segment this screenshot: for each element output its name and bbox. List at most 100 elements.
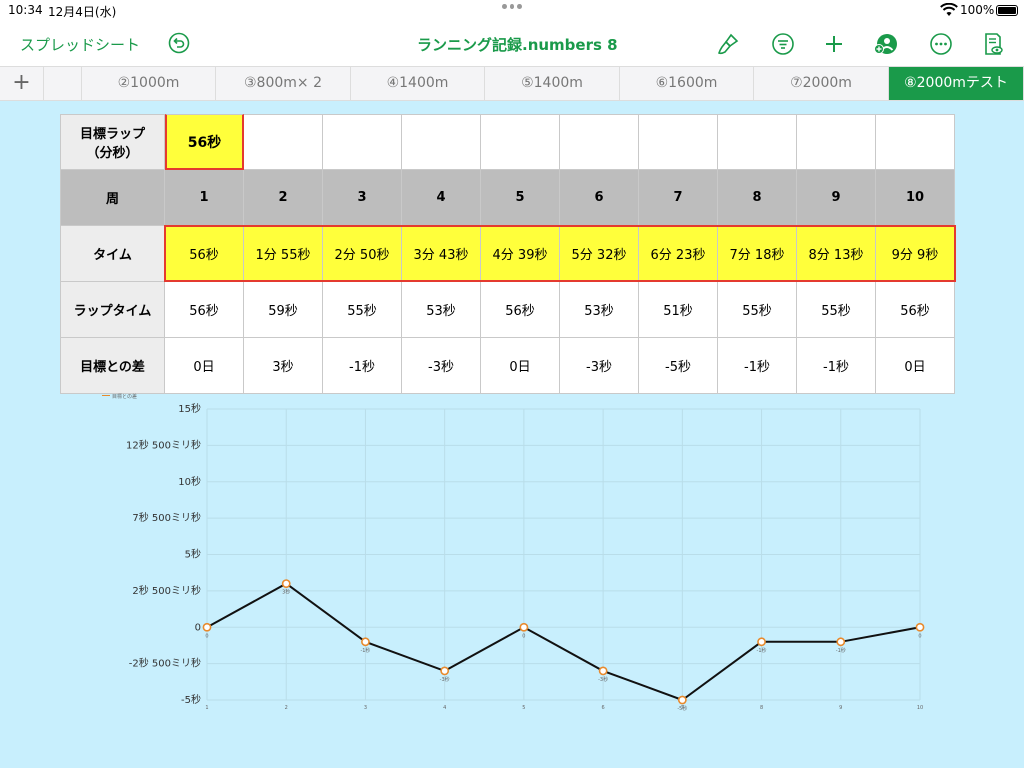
x-tick-label: 8 — [760, 705, 763, 711]
lap-time-cell[interactable]: 56秒 — [481, 282, 560, 338]
lap-number-cell[interactable]: 4 — [402, 170, 481, 226]
target-diff-cell[interactable]: 0日 — [481, 338, 560, 394]
lap-number-cell[interactable]: 1 — [165, 170, 244, 226]
lap-time-label: ラップタイム — [60, 282, 165, 338]
tab-sheet-3[interactable]: ③800m× 2 — [216, 67, 351, 100]
cumulative-time-cell[interactable]: 3分 43秒 — [402, 226, 481, 282]
lap-time-cell[interactable]: 55秒 — [797, 282, 876, 338]
y-tick-label: 0 — [195, 622, 201, 633]
plus-icon[interactable] — [822, 32, 846, 56]
empty-cell[interactable] — [639, 114, 718, 170]
empty-cell[interactable] — [402, 114, 481, 170]
target-diff-cell[interactable]: -5秒 — [639, 338, 718, 394]
cumulative-time-cell[interactable]: 4分 39秒 — [481, 226, 560, 282]
lap-time-cell[interactable]: 55秒 — [718, 282, 797, 338]
collaborate-icon[interactable] — [874, 32, 898, 56]
y-tick-label: -5秒 — [181, 693, 201, 706]
add-sheet-button[interactable]: + — [0, 67, 44, 100]
lap-time-cell[interactable]: 51秒 — [639, 282, 718, 338]
lap-number-cell[interactable]: 8 — [718, 170, 797, 226]
tab-sheet-4[interactable]: ④1400m — [351, 67, 485, 100]
chart-canvas: 15秒 12秒 500ミリ秒 10秒 7秒 500ミリ秒 5秒 2秒 500ミリ秒 0 -2秒… — [126, 402, 925, 712]
toolbar: スプレッドシート ランニング記録.numbers 8 — [0, 22, 1024, 66]
target-lap-value[interactable]: 56秒 — [165, 114, 244, 170]
filter-icon[interactable] — [771, 32, 795, 56]
y-tick-label: 7秒 500ミリ秒 — [132, 511, 201, 524]
target-diff-cell[interactable]: -1秒 — [797, 338, 876, 394]
data-point — [598, 666, 608, 676]
data-label: -1秒 — [757, 647, 767, 654]
target-diff-label: 目標との差 — [60, 338, 165, 394]
x-tick-label: 4 — [443, 705, 446, 711]
cumulative-time-cell[interactable]: 5分 32秒 — [560, 226, 639, 282]
tab-sheet-5[interactable]: ⑤1400m — [485, 67, 620, 100]
status-date: 12月4日(水) — [48, 5, 117, 19]
cumulative-time-cell[interactable]: 6分 23秒 — [639, 226, 718, 282]
lap-number-cell[interactable]: 6 — [560, 170, 639, 226]
target-diff-cell[interactable]: -3秒 — [560, 338, 639, 394]
document-title[interactable]: ランニング記録.numbers 8 — [417, 34, 618, 55]
lap-time-cell[interactable]: 53秒 — [560, 282, 639, 338]
wifi-icon — [940, 3, 958, 16]
lap-time-cell[interactable]: 56秒 — [876, 282, 955, 338]
multitasking-icon[interactable] — [502, 4, 523, 12]
data-label: -3秒 — [440, 676, 450, 683]
empty-cell[interactable] — [797, 114, 876, 170]
cumulative-time-cell[interactable]: 8分 13秒 — [797, 226, 876, 282]
cumulative-time-cell[interactable]: 2分 50秒 — [323, 226, 402, 282]
target-diff-cell[interactable]: 0日 — [165, 338, 244, 394]
x-tick-label: 1 — [205, 705, 208, 711]
y-tick-label: 2秒 500ミリ秒 — [132, 584, 201, 597]
data-label: -1秒 — [836, 647, 846, 654]
empty-cell[interactable] — [560, 114, 639, 170]
x-tick-label: 10 — [917, 705, 923, 711]
lap-time-cell[interactable]: 53秒 — [402, 282, 481, 338]
lap-number-cell[interactable]: 10 — [876, 170, 955, 226]
tab-sheet-2[interactable]: ②1000m — [82, 67, 216, 100]
data-label: -3秒 — [598, 676, 608, 683]
cumulative-time-cell[interactable]: 9分 9秒 — [876, 226, 955, 282]
data-point — [677, 695, 687, 705]
x-tick-label: 3 — [364, 705, 367, 711]
lap-number-cell[interactable]: 9 — [797, 170, 876, 226]
tab-sheet-6[interactable]: ⑥1600m — [620, 67, 754, 100]
tab-sheet-7[interactable]: ⑦2000m — [754, 67, 889, 100]
data-label: 0 — [522, 633, 525, 639]
spreadsheets-back-button[interactable]: スプレッドシート — [20, 34, 140, 55]
cumulative-time-cell[interactable]: 56秒 — [165, 226, 244, 282]
empty-cell[interactable] — [244, 114, 323, 170]
lap-number-cell[interactable]: 2 — [244, 170, 323, 226]
undo-icon[interactable] — [168, 32, 190, 54]
lap-time-cell[interactable]: 59秒 — [244, 282, 323, 338]
cumulative-time-cell[interactable]: 1分 55秒 — [244, 226, 323, 282]
difference-line-chart[interactable]: 目標との差 15秒 12秒 500ミリ秒 10秒 7秒 500ミリ秒 5秒 2秒 500ミ… — [60, 393, 960, 713]
lap-number-cell[interactable]: 3 — [323, 170, 402, 226]
document-view-icon[interactable] — [981, 32, 1005, 56]
target-diff-cell[interactable]: 3秒 — [244, 338, 323, 394]
tab-sheet-1[interactable] — [44, 67, 82, 100]
series-line — [206, 582, 921, 702]
lap-time-cell[interactable]: 55秒 — [323, 282, 402, 338]
data-point — [519, 622, 529, 632]
data-label: 0 — [918, 633, 921, 639]
sheet-tabs: + ②1000m ③800m× 2 ④1400m ⑤1400m ⑥1600m ⑦… — [0, 66, 1024, 101]
tab-sheet-8-active[interactable]: ⑧2000mテスト — [889, 67, 1024, 100]
target-diff-cell[interactable]: -1秒 — [323, 338, 402, 394]
target-diff-cell[interactable]: -3秒 — [402, 338, 481, 394]
x-tick-label: 2 — [285, 705, 288, 711]
brush-icon[interactable] — [716, 32, 740, 56]
data-point — [281, 579, 291, 588]
empty-cell[interactable] — [876, 114, 955, 170]
target-diff-cell[interactable]: 0日 — [876, 338, 955, 394]
empty-cell[interactable] — [718, 114, 797, 170]
lap-time-cell[interactable]: 56秒 — [165, 282, 244, 338]
empty-cell[interactable] — [481, 114, 560, 170]
x-tick-label: 6 — [602, 705, 605, 711]
data-point — [440, 666, 450, 676]
lap-number-cell[interactable]: 5 — [481, 170, 560, 226]
target-diff-cell[interactable]: -1秒 — [718, 338, 797, 394]
more-icon[interactable] — [929, 32, 953, 56]
empty-cell[interactable] — [323, 114, 402, 170]
lap-number-cell[interactable]: 7 — [639, 170, 718, 226]
cumulative-time-cell[interactable]: 7分 18秒 — [718, 226, 797, 282]
